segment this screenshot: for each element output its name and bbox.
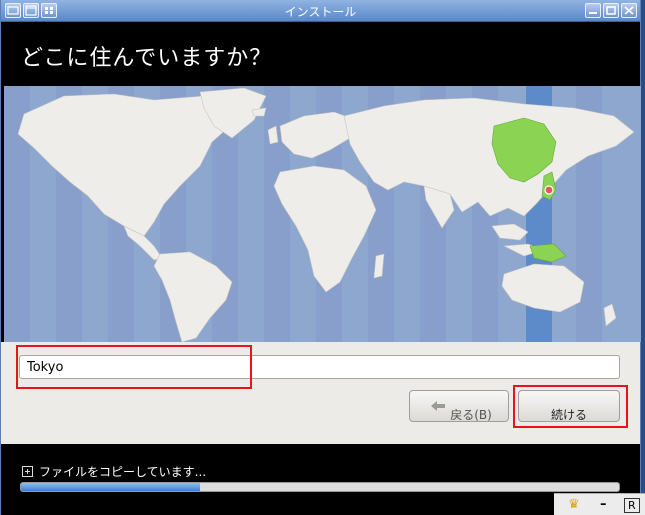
maximize-button[interactable]: [603, 3, 619, 18]
window-title: インストール: [284, 5, 357, 19]
arrow-left-icon: [431, 401, 445, 411]
title-bar[interactable]: インストール: [1, 0, 640, 22]
install-progress-area: ファイルをコピーしています...: [1, 444, 640, 515]
progress-bar: [20, 482, 620, 492]
close-button[interactable]: [621, 3, 637, 18]
back-button-label: 戻る(B): [450, 407, 492, 422]
page-header: どこに住んでいますか？: [1, 22, 640, 86]
expand-details-icon[interactable]: [22, 466, 33, 477]
progress-status: ファイルをコピーしています...: [39, 465, 207, 479]
desktop-background: [641, 0, 645, 515]
progress-bar-fill: [21, 483, 201, 491]
r-icon[interactable]: R: [624, 498, 640, 513]
content-area: 戻る(B) 続ける: [1, 342, 640, 444]
timezone-map[interactable]: [4, 86, 642, 342]
back-button[interactable]: 戻る(B): [409, 390, 509, 422]
minimize-button[interactable]: [585, 3, 601, 18]
city-input[interactable]: [19, 355, 620, 379]
system-tray: ♛ – R: [554, 493, 645, 515]
installer-window: インストール どこに住んでいますか？ Tokyo 戻る(B) 続ける ファイルを…: [0, 0, 642, 515]
continue-button[interactable]: 続ける: [518, 390, 620, 422]
minimize-icon[interactable]: –: [600, 497, 607, 512]
world-map-graphic[interactable]: [4, 86, 642, 342]
page-title: どこに住んでいますか？: [21, 46, 273, 71]
crown-icon[interactable]: ♛: [568, 497, 580, 512]
location-marker-icon[interactable]: [544, 185, 554, 195]
continue-button-label: 続ける: [550, 407, 587, 422]
